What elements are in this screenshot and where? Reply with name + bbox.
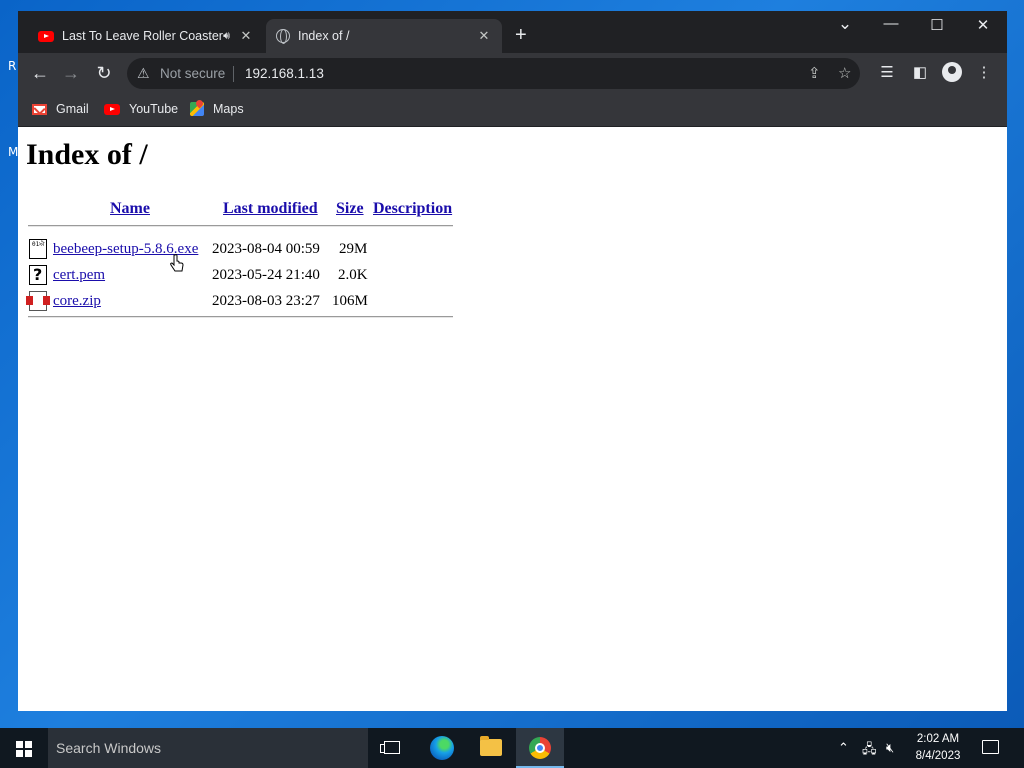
page-content: Index of / Name Last modified Size Descr… bbox=[18, 128, 1007, 711]
tab-youtube[interactable]: Last To Leave Roller Coaster V 🔊︎ ✕ bbox=[28, 19, 264, 53]
volume-muted-icon[interactable]: 🔇︎ bbox=[886, 740, 894, 756]
share-icon[interactable]: ⇪ bbox=[808, 64, 821, 82]
close-window-button[interactable]: ✕ bbox=[968, 16, 998, 34]
youtube-icon bbox=[104, 103, 120, 115]
chrome-icon bbox=[529, 737, 551, 759]
file-modified: 2023-05-24 21:40 bbox=[212, 267, 320, 283]
network-icon[interactable]: 🖧︎ bbox=[862, 740, 877, 762]
file-link[interactable]: core.zip bbox=[53, 293, 101, 310]
desktop-label-fragment: M bbox=[8, 145, 19, 159]
compressed-file-icon bbox=[26, 291, 50, 311]
bookmarks-bar: Gmail YouTube Maps bbox=[18, 93, 1007, 127]
sort-by-modified-link[interactable]: Last modified bbox=[223, 200, 318, 218]
maximize-button[interactable]: ☐ bbox=[922, 16, 952, 34]
reload-button[interactable]: ↻ bbox=[92, 63, 116, 83]
edge-taskbar-button[interactable] bbox=[418, 728, 466, 768]
tab-title: Last To Leave Roller Coaster V bbox=[62, 29, 224, 43]
speaker-icon[interactable]: 🔊︎ bbox=[223, 30, 230, 43]
unknown-file-icon bbox=[29, 265, 47, 285]
file-modified: 2023-08-03 23:27 bbox=[212, 293, 320, 309]
directory-listing: Name Last modified Size Description beeb… bbox=[26, 198, 454, 319]
security-status[interactable]: Not secure bbox=[160, 66, 225, 81]
youtube-icon bbox=[38, 30, 54, 42]
file-modified: 2023-08-04 00:59 bbox=[212, 241, 320, 257]
chrome-taskbar-button[interactable] bbox=[516, 728, 564, 768]
file-row: cert.pem 2023-05-24 21:40 2.0K bbox=[28, 265, 454, 293]
search-placeholder: Search Windows bbox=[56, 740, 162, 756]
clock-date: 8/4/2023 bbox=[915, 750, 961, 762]
browser-toolbar: ← → ↻ ⚠ Not secure 192.168.1.13 ⇪ ☆ ☰ ◧ … bbox=[18, 53, 1007, 93]
file-link[interactable]: cert.pem bbox=[53, 267, 105, 284]
menu-kebab-icon[interactable]: ⋮ bbox=[973, 63, 995, 81]
sort-by-name-link[interactable]: Name bbox=[110, 200, 150, 218]
warning-icon[interactable]: ⚠ bbox=[137, 65, 150, 82]
desktop-label-fragment: R bbox=[8, 59, 17, 73]
clock-time: 2:02 AM bbox=[916, 733, 960, 745]
forward-button[interactable]: → bbox=[59, 63, 83, 83]
taskbar-search-box[interactable]: Search Windows bbox=[48, 728, 368, 768]
minimize-button[interactable]: — bbox=[876, 15, 906, 32]
side-panel-icon[interactable]: ◧ bbox=[909, 63, 931, 81]
sort-by-size-link[interactable]: Size bbox=[336, 200, 364, 218]
tab-close-button[interactable]: ✕ bbox=[238, 28, 254, 44]
file-explorer-icon bbox=[480, 736, 502, 756]
bookmark-label: YouTube bbox=[129, 102, 179, 116]
url-text[interactable]: 192.168.1.13 bbox=[245, 66, 324, 81]
new-tab-button[interactable]: + bbox=[515, 25, 527, 45]
listing-header-row: Name Last modified Size Description bbox=[28, 198, 454, 224]
profile-avatar-icon[interactable] bbox=[942, 62, 962, 82]
edge-icon bbox=[430, 736, 454, 760]
back-button[interactable]: ← bbox=[28, 63, 52, 83]
address-bar[interactable]: ⚠ Not secure 192.168.1.13 ⇪ ☆ bbox=[127, 58, 860, 89]
bookmark-youtube[interactable]: YouTube bbox=[104, 102, 178, 116]
binary-file-icon bbox=[29, 239, 47, 259]
tab-title: Index of / bbox=[298, 29, 350, 43]
globe-icon bbox=[276, 29, 290, 44]
file-size: 2.0K bbox=[338, 267, 368, 283]
sort-by-description-link[interactable]: Description bbox=[373, 200, 452, 218]
file-size: 29M bbox=[339, 241, 368, 257]
omnibox-divider bbox=[233, 66, 234, 82]
file-size: 106M bbox=[332, 293, 368, 309]
system-clock[interactable]: 2:02 AM 8/4/2023 bbox=[906, 731, 970, 765]
page-title: Index of / bbox=[26, 138, 148, 171]
tab-close-button[interactable]: ✕ bbox=[476, 28, 492, 44]
show-hidden-icons-chevron-icon[interactable]: ⌃ bbox=[838, 740, 849, 756]
file-explorer-taskbar-button[interactable] bbox=[467, 728, 515, 768]
gmail-icon bbox=[32, 103, 47, 115]
bookmark-label: Gmail bbox=[56, 102, 89, 116]
bookmark-maps[interactable]: Maps bbox=[190, 102, 244, 116]
start-button[interactable] bbox=[0, 728, 48, 768]
task-view-button[interactable] bbox=[368, 728, 416, 768]
file-row: core.zip 2023-08-03 23:27 106M bbox=[26, 291, 454, 319]
tab-search-button[interactable]: ⌄ bbox=[830, 14, 860, 34]
task-view-icon bbox=[380, 741, 400, 754]
bookmark-star-icon[interactable]: ☆ bbox=[838, 64, 851, 82]
windows-logo-icon bbox=[16, 741, 32, 757]
bookmark-gmail[interactable]: Gmail bbox=[32, 102, 89, 116]
taskbar: Search Windows ⌃ 🖧︎ 🔇︎ 2:02 AM 8/4/2023 bbox=[0, 728, 1024, 768]
notification-center-icon[interactable] bbox=[982, 740, 999, 754]
browser-window: Last To Leave Roller Coaster V 🔊︎ ✕ Inde… bbox=[18, 11, 1007, 711]
bookmark-label: Maps bbox=[213, 102, 244, 116]
divider bbox=[28, 225, 453, 227]
tab-strip: Last To Leave Roller Coaster V 🔊︎ ✕ Inde… bbox=[18, 11, 1007, 53]
hand-cursor-icon bbox=[170, 254, 184, 272]
tab-index-of[interactable]: Index of / ✕ bbox=[266, 19, 502, 53]
maps-icon bbox=[190, 102, 204, 116]
file-row: beebeep-setup-5.8.6.exe 2023-08-04 00:59… bbox=[28, 239, 454, 267]
reading-list-icon[interactable]: ☰ bbox=[876, 63, 898, 81]
